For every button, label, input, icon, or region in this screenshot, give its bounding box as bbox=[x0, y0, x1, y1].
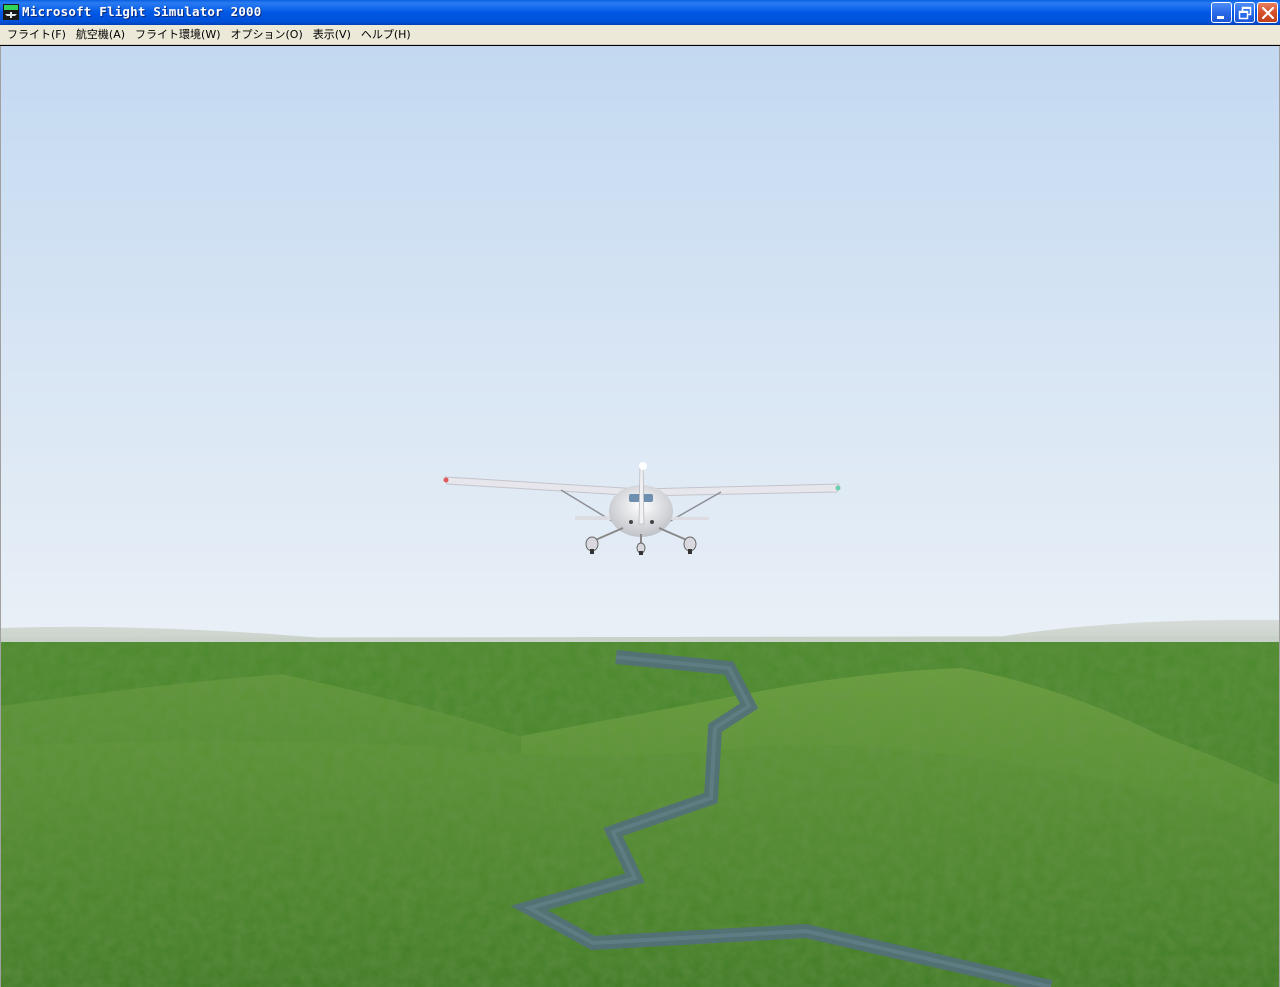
menu-bar: フライト(F) 航空機(A) フライト環境(W) オプション(O) 表示(V) … bbox=[0, 25, 1280, 45]
menu-help[interactable]: ヘルプ(H) bbox=[356, 26, 416, 44]
menu-world[interactable]: フライト環境(W) bbox=[130, 26, 225, 44]
close-icon bbox=[1261, 6, 1275, 20]
menu-aircraft[interactable]: 航空機(A) bbox=[71, 26, 130, 44]
close-button[interactable] bbox=[1257, 2, 1278, 23]
minimize-icon bbox=[1217, 16, 1224, 19]
window-title: Microsoft Flight Simulator 2000 bbox=[22, 4, 262, 19]
fs2000-app-icon[interactable] bbox=[3, 4, 19, 20]
flight-view[interactable] bbox=[0, 46, 1280, 987]
restore-icon bbox=[1238, 6, 1252, 20]
menu-options[interactable]: オプション(O) bbox=[226, 26, 308, 44]
restore-button[interactable] bbox=[1234, 2, 1255, 23]
menu-flight[interactable]: フライト(F) bbox=[2, 26, 71, 44]
menu-view[interactable]: 表示(V) bbox=[308, 26, 356, 44]
title-bar[interactable]: Microsoft Flight Simulator 2000 bbox=[0, 0, 1280, 25]
minimize-button[interactable] bbox=[1211, 2, 1232, 23]
scenery-view bbox=[1, 46, 1279, 987]
